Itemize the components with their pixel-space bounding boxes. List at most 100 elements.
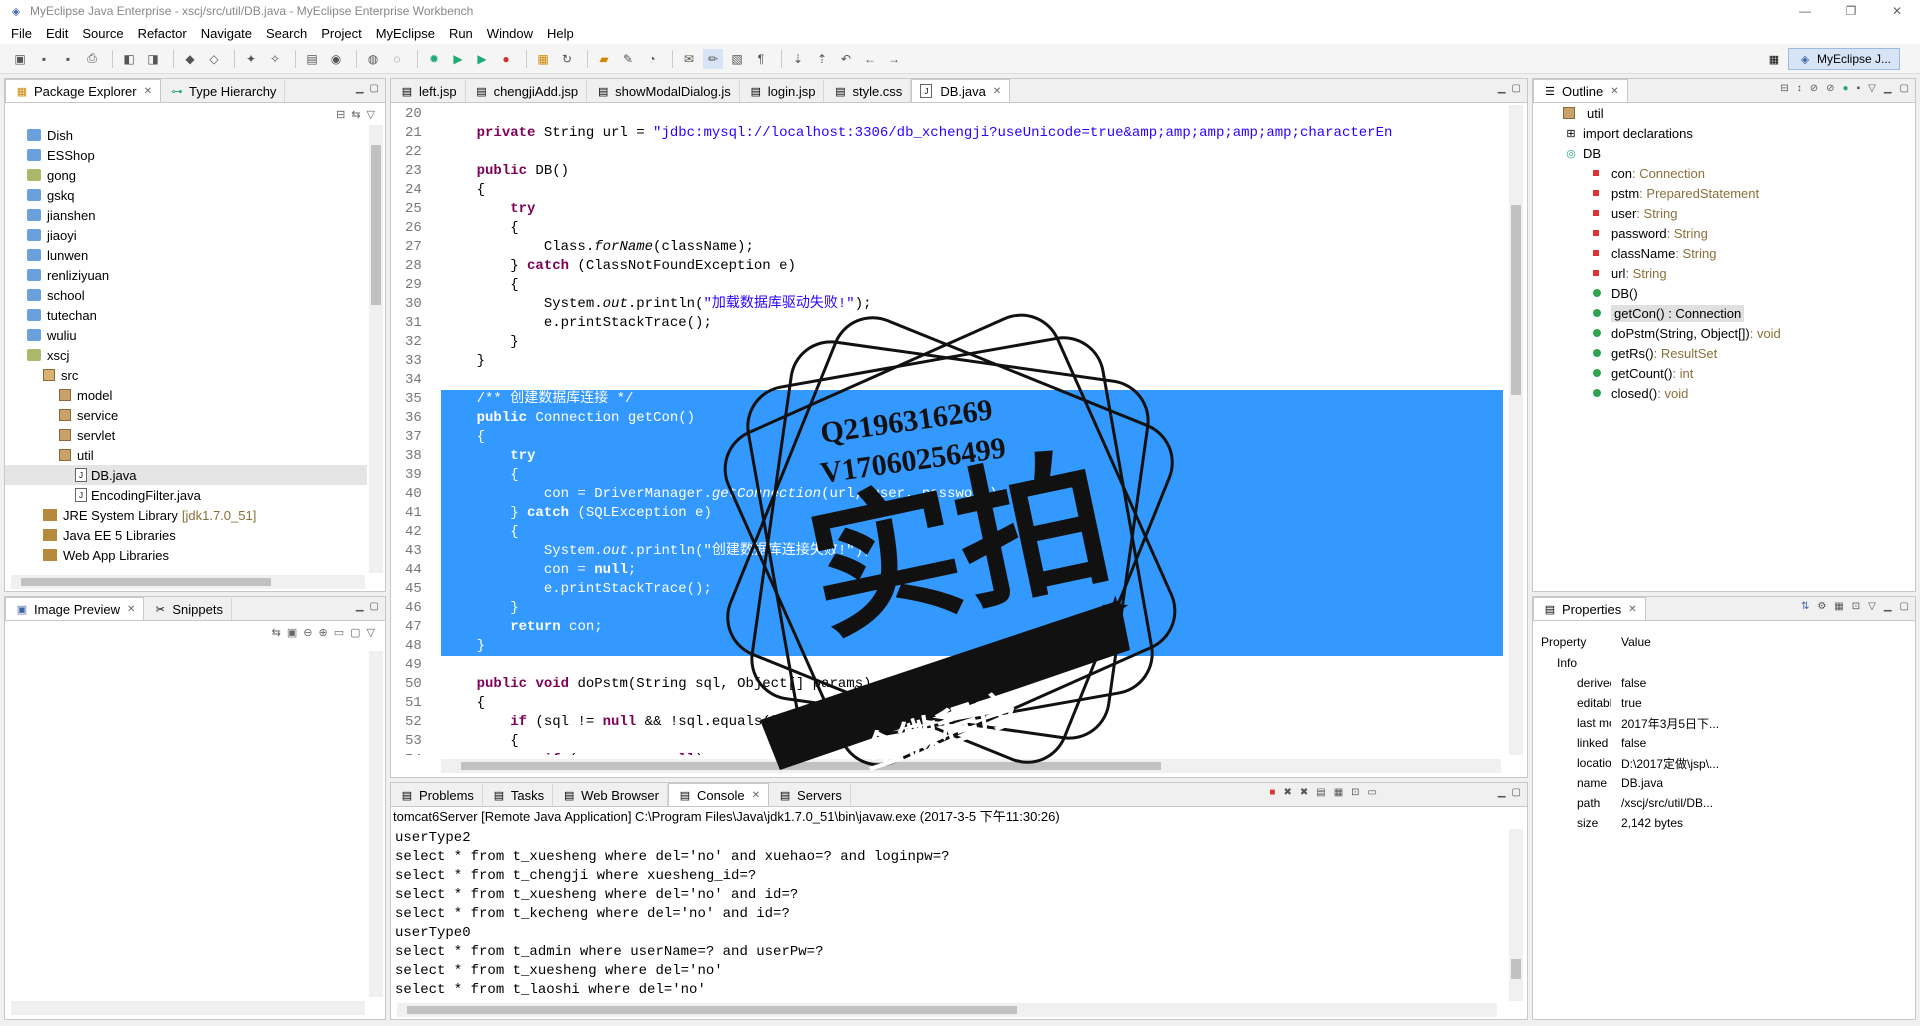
code-area[interactable]: 20 21 private String url = "jdbc:mysql://…: [391, 105, 1503, 755]
link-editor-icon[interactable]: ⇆: [351, 108, 360, 121]
minimize-view-icon[interactable]: ▁: [356, 601, 364, 612]
close-icon[interactable]: ✕: [1628, 604, 1636, 615]
browse-icon[interactable]: ◔: [642, 49, 662, 69]
zoom-in-icon[interactable]: ⊕: [319, 626, 328, 639]
outline-item[interactable]: url : String: [1533, 263, 1913, 283]
save-all-icon[interactable]: ▪: [58, 49, 78, 69]
actual-size-icon[interactable]: ▭: [334, 626, 344, 639]
tree-item[interactable]: wuliu: [5, 325, 367, 345]
advanced-icon[interactable]: ▦: [1834, 601, 1843, 612]
outline-item[interactable]: ◎ DB: [1533, 143, 1913, 163]
tree-item[interactable]: school: [5, 285, 367, 305]
tab-servers[interactable]: ▤ Servers: [769, 784, 851, 806]
tree-item[interactable]: tutechan: [5, 305, 367, 325]
hide-static-icon[interactable]: ⊘: [1826, 83, 1834, 94]
hide-fields-icon[interactable]: ⊘: [1810, 83, 1818, 94]
open-type-icon[interactable]: ◧: [119, 49, 139, 69]
categories-icon[interactable]: ⇅: [1801, 601, 1809, 612]
menu-window[interactable]: Window: [480, 26, 540, 41]
outline-item[interactable]: password : String: [1533, 223, 1913, 243]
sort-icon[interactable]: ↕: [1797, 83, 1802, 94]
block-select-icon[interactable]: ▧: [727, 49, 747, 69]
prev-annotation-icon[interactable]: ⇡: [812, 49, 832, 69]
outline-item[interactable]: getCon() : Connection: [1533, 303, 1913, 323]
tab-console[interactable]: ▤ Console ✕: [667, 783, 770, 806]
globe-icon[interactable]: ◉: [326, 49, 346, 69]
tree-item[interactable]: Dish: [5, 125, 367, 145]
menu-run[interactable]: Run: [442, 26, 480, 41]
close-window-button[interactable]: ✕: [1874, 0, 1920, 22]
close-icon[interactable]: ✕: [993, 86, 1001, 97]
perspective-button[interactable]: ◈ MyEclipse J...: [1787, 48, 1900, 70]
maximize-view-icon[interactable]: ▢: [1512, 787, 1521, 798]
menu-navigate[interactable]: Navigate: [194, 26, 259, 41]
team-icon[interactable]: ◍: [363, 49, 383, 69]
editor-tab-style-css[interactable]: ▤ style.css: [824, 80, 912, 102]
close-icon[interactable]: ✕: [1610, 86, 1618, 97]
tree-item[interactable]: src: [5, 365, 367, 385]
minimize-button[interactable]: —: [1782, 0, 1828, 22]
restore-default-icon[interactable]: ⊡: [1852, 601, 1860, 612]
vertical-scrollbar[interactable]: [369, 125, 383, 573]
menu-refactor[interactable]: Refactor: [131, 26, 194, 41]
close-icon[interactable]: ✕: [144, 86, 152, 97]
editor-tab-login-jsp[interactable]: ▤ login.jsp: [740, 80, 825, 102]
zoom-out-icon[interactable]: ⊖: [303, 626, 312, 639]
tree-item[interactable]: service: [5, 405, 367, 425]
console-output[interactable]: userType2 select * from t_xuesheng where …: [391, 829, 1503, 1001]
run-ext-icon[interactable]: ▶: [472, 49, 492, 69]
print-icon[interactable]: ⎙: [82, 49, 102, 69]
tools-icon[interactable]: ✎: [618, 49, 638, 69]
menu-edit[interactable]: Edit: [39, 26, 75, 41]
show-whitespace-icon[interactable]: ¶: [751, 49, 771, 69]
outline-item[interactable]: closed() : void: [1533, 383, 1913, 403]
menu-help[interactable]: Help: [540, 26, 581, 41]
new-project-icon[interactable]: ◨: [143, 49, 163, 69]
maximize-view-icon[interactable]: ▢: [1512, 83, 1521, 94]
tab-problems[interactable]: ▤ Problems: [391, 784, 483, 806]
new-icon[interactable]: ▣: [10, 49, 30, 69]
editor-vertical-scrollbar[interactable]: [1509, 105, 1523, 755]
wizard-icon[interactable]: ✦: [241, 49, 261, 69]
value-column-header[interactable]: Value: [1611, 635, 1651, 649]
outline-item[interactable]: doPstm(String, Object[]) : void: [1533, 323, 1913, 343]
tab-web-browser[interactable]: ▤ Web Browser: [553, 784, 668, 806]
hide-nonpublic-icon[interactable]: ●: [1843, 83, 1849, 94]
minimize-view-icon[interactable]: ▁: [1884, 601, 1892, 612]
forward-icon[interactable]: →: [884, 49, 904, 69]
outline-item[interactable]: getCount() : int: [1533, 363, 1913, 383]
scroll-lock-icon[interactable]: ▦: [1334, 787, 1343, 798]
tab-tasks[interactable]: ▤ Tasks: [483, 784, 554, 806]
display-console-icon[interactable]: ▭: [1368, 787, 1377, 798]
tab-outline[interactable]: ☰ Outline ✕: [1533, 79, 1628, 102]
tree-item[interactable]: Web App Libraries: [5, 545, 367, 565]
last-edit-icon[interactable]: ↶: [836, 49, 856, 69]
clear-console-icon[interactable]: ▤: [1316, 787, 1325, 798]
run-icon[interactable]: ▶: [448, 49, 468, 69]
editor-tab-showmodaldialog-js[interactable]: ▤ showModalDialog.js: [587, 80, 740, 102]
hide-local-icon[interactable]: ▪: [1857, 83, 1861, 94]
open-folder-icon[interactable]: ▰: [594, 49, 614, 69]
editor-tab-left-jsp[interactable]: ▤ left.jsp: [391, 80, 466, 102]
property-row[interactable]: size 2,142 bytes: [1533, 813, 1915, 833]
close-icon[interactable]: ✕: [752, 790, 760, 801]
minimize-view-icon[interactable]: ▁: [1498, 83, 1506, 94]
minimize-view-icon[interactable]: ▁: [1498, 787, 1506, 798]
next-annotation-icon[interactable]: ⇣: [788, 49, 808, 69]
stop-icon[interactable]: ●: [496, 49, 516, 69]
menu-search[interactable]: Search: [259, 26, 314, 41]
package-icon[interactable]: ▦: [533, 49, 553, 69]
menu-myeclipse[interactable]: MyEclipse: [369, 26, 442, 41]
deploy-icon[interactable]: ◆: [180, 49, 200, 69]
view-menu-icon[interactable]: ▽: [1868, 601, 1876, 612]
tree-item[interactable]: servlet: [5, 425, 367, 445]
tree-item[interactable]: xscj: [5, 345, 367, 365]
refresh-icon[interactable]: ↻: [557, 49, 577, 69]
tree-item[interactable]: lunwen: [5, 245, 367, 265]
server-icon[interactable]: ◇: [204, 49, 224, 69]
maximize-view-icon[interactable]: ▢: [1900, 601, 1909, 612]
property-row[interactable]: last modified 2017年3月5日下...: [1533, 713, 1915, 733]
view-menu-icon[interactable]: ▽: [367, 626, 375, 639]
back-icon[interactable]: ←: [860, 49, 880, 69]
editor-tab-chengjiadd-jsp[interactable]: ▤ chengjiAdd.jsp: [466, 80, 588, 102]
